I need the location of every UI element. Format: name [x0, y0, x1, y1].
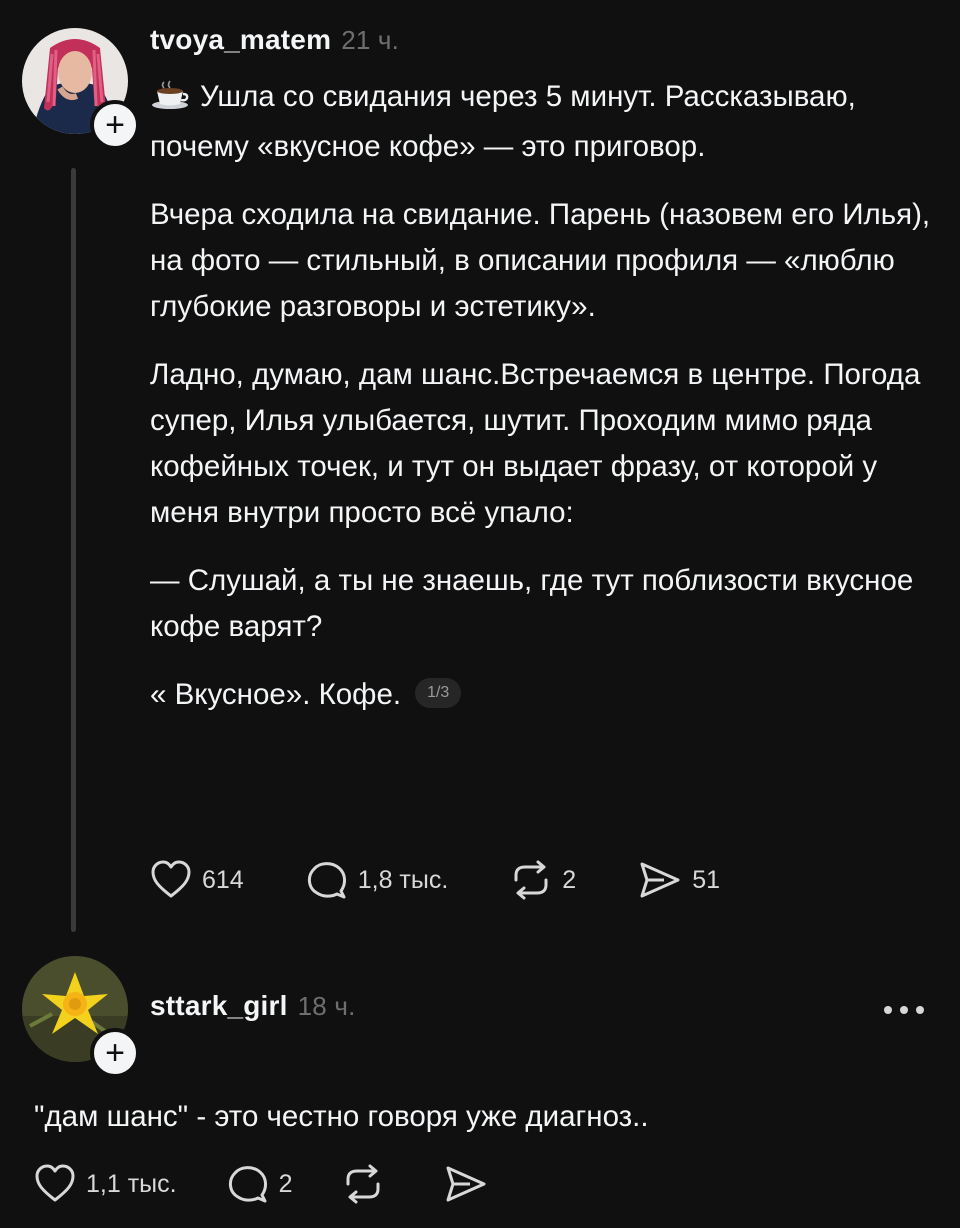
repost-button[interactable]: 2: [510, 860, 576, 900]
reply-like-count: 1,1 тыс.: [86, 1169, 177, 1198]
page-indicator: 1/3: [415, 678, 462, 709]
comment-icon: [228, 1166, 267, 1203]
follow-button[interactable]: +: [90, 100, 140, 150]
repost-icon: [346, 1164, 380, 1204]
post-paragraph-4: — Слушай, а ты не знаешь, где тут поблиз…: [150, 564, 914, 643]
share-button[interactable]: 51: [638, 860, 720, 900]
reply-comment-button[interactable]: 2: [227, 1164, 293, 1204]
heart-icon: [151, 860, 191, 898]
post-paragraph-5: « Вкусное». Кофе. 1/3: [150, 672, 950, 718]
reply-repost-button[interactable]: [342, 1164, 394, 1204]
thread-line: [71, 168, 76, 932]
comment-icon: [307, 862, 346, 899]
reply-actions: 1,1 тыс. 2: [34, 1164, 560, 1204]
share-icon: [446, 1166, 486, 1202]
post-author[interactable]: tvoya_matem 21 ч.: [150, 24, 399, 56]
more-dot: [916, 1006, 924, 1014]
like-button[interactable]: 614: [150, 860, 244, 900]
share-count: 51: [692, 865, 721, 894]
reply-time: 18 ч.: [297, 991, 356, 1021]
author-username[interactable]: tvoya_matem: [150, 24, 331, 55]
comment-count: 1,8 тыс.: [357, 865, 449, 894]
reply-share-button[interactable]: [444, 1164, 498, 1204]
reply-follow-button[interactable]: +: [90, 1028, 140, 1078]
repost-count: 2: [562, 865, 577, 894]
heart-icon: [35, 1164, 75, 1202]
reply-username[interactable]: sttark_girl: [150, 990, 288, 1021]
more-options-icon[interactable]: [884, 1004, 924, 1016]
reply-text: "дам шанс" - это честно говоря уже диагн…: [34, 1100, 649, 1133]
share-icon: [640, 862, 680, 898]
post-paragraph-1: Ушла со свидания через 5 минут. Рассказы…: [150, 78, 856, 163]
more-dot: [884, 1006, 892, 1014]
post-time: 21 ч.: [341, 25, 400, 55]
reply-comment-count: 2: [278, 1169, 293, 1198]
comment-button[interactable]: 1,8 тыс.: [306, 860, 449, 900]
reply-body: "дам шанс" - это честно говоря уже диагн…: [34, 1094, 934, 1140]
repost-icon: [514, 860, 548, 900]
reply-like-button[interactable]: 1,1 тыс.: [34, 1164, 177, 1204]
like-count: 614: [202, 865, 244, 894]
post-paragraph-3: Ладно, думаю, дам шанс.Встречаемся в цен…: [150, 358, 921, 529]
reply-author[interactable]: sttark_girl 18 ч.: [150, 990, 356, 1022]
coffee-cup-icon: [150, 78, 190, 124]
post-paragraph-2: Вчера сходила на свидание. Парень (назов…: [150, 198, 931, 323]
post-actions: 614 1,8 тыс. 2 51: [150, 860, 782, 900]
more-dot: [900, 1006, 908, 1014]
post-body: Ушла со свидания через 5 минут. Рассказы…: [150, 74, 950, 718]
